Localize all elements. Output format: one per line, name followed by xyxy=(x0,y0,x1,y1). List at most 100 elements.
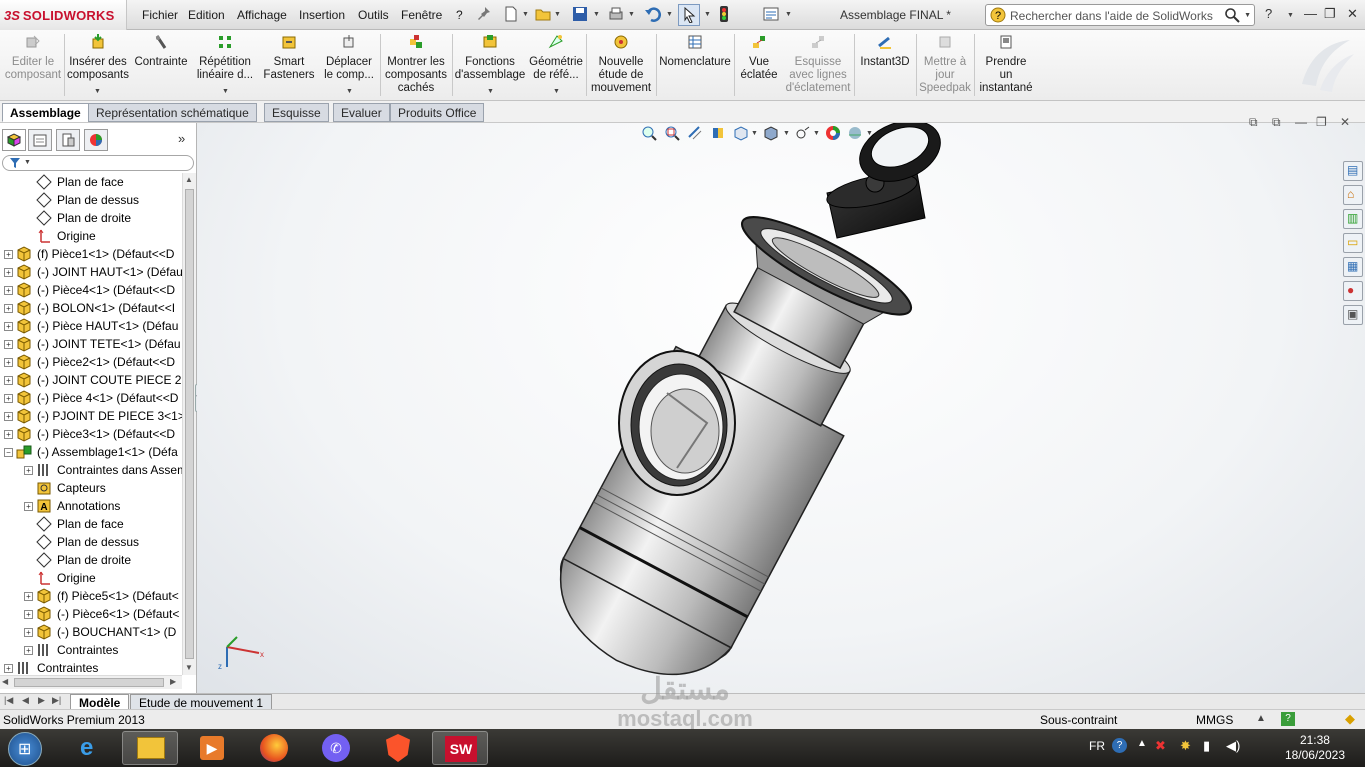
expand-icon[interactable]: + xyxy=(24,465,33,475)
chevron-down-icon[interactable]: ▼ xyxy=(487,88,494,95)
home-tab[interactable]: ⌂ xyxy=(1343,185,1363,205)
windows-start-icon[interactable]: ⊞ xyxy=(8,732,42,766)
assembly-3d-model[interactable] xyxy=(557,123,977,683)
solidworks-logo[interactable]: 3S SOLIDWORKS xyxy=(0,0,127,30)
expand-icon[interactable]: + xyxy=(24,501,33,511)
chevron-down-icon[interactable]: ▼ xyxy=(628,11,635,18)
tab-evaluer[interactable]: Evaluer xyxy=(333,103,390,122)
tree-item[interactable]: Plan de droite xyxy=(24,209,131,227)
tree-item[interactable]: + (-) BOUCHANT<1> (D xyxy=(24,623,176,641)
scroll-left-icon[interactable]: ◀ xyxy=(2,677,8,686)
expand-icon[interactable]: + xyxy=(4,393,13,403)
close-icon[interactable]: ✕ xyxy=(1347,6,1358,22)
file-explorer-tab[interactable]: ▭ xyxy=(1343,233,1363,253)
select-button[interactable] xyxy=(678,4,700,26)
chevron-down-icon[interactable]: ▼ xyxy=(785,11,792,18)
menu-fichier[interactable]: Fichier xyxy=(142,8,178,22)
viewport-restore-icon[interactable]: ❐ xyxy=(1316,115,1327,129)
rebuild-traffic-light-icon[interactable] xyxy=(715,5,733,23)
status-help-icon[interactable]: ? xyxy=(1281,712,1295,726)
viber-icon[interactable]: ✆ xyxy=(308,731,364,765)
chevron-down-icon[interactable]: ▼ xyxy=(94,88,101,95)
tree-item[interactable]: + (-) Pièce6<1> (Défaut< xyxy=(24,605,179,623)
tab-nav-prev-icon[interactable]: ◀ xyxy=(22,695,29,706)
tab-nav-next-icon[interactable]: ▶ xyxy=(38,695,45,706)
tree-item[interactable]: + (-) Pièce 4<1> (Défaut<<D xyxy=(4,389,178,407)
tree-item[interactable]: Plan de face xyxy=(24,173,124,191)
take-snapshot-button[interactable]: Prendre un instantané xyxy=(976,32,1036,95)
tree-item[interactable]: + A Annotations xyxy=(24,497,120,515)
tree-item[interactable]: + (-) PJOINT DE PIECE 3<1> xyxy=(4,407,182,425)
tree-item[interactable]: Capteurs xyxy=(24,479,106,497)
restore-icon[interactable]: ❐ xyxy=(1324,6,1336,22)
tree-item[interactable]: Plan de dessus xyxy=(24,191,139,209)
expand-icon[interactable]: + xyxy=(4,321,13,331)
solidworks-icon[interactable]: SW xyxy=(432,731,488,765)
tree-item[interactable]: Plan de face xyxy=(24,515,124,533)
viewport-minimize-icon[interactable]: — xyxy=(1295,115,1307,129)
expand-icon[interactable]: + xyxy=(24,591,33,601)
expand-icon[interactable]: + xyxy=(4,249,13,259)
tab-produits-office[interactable]: Produits Office xyxy=(390,103,485,122)
chevron-down-icon[interactable]: ▼ xyxy=(522,11,529,18)
action-center-icon[interactable]: ✸ xyxy=(1180,738,1191,754)
options-icon[interactable] xyxy=(762,5,780,23)
notification-icon[interactable]: ◆ xyxy=(1345,711,1355,727)
insert-components-button[interactable]: Insérer des composants xyxy=(66,32,130,82)
smart-fasteners-button[interactable]: Smart Fasteners xyxy=(260,32,318,82)
tree-item[interactable]: + (-) Pièce2<1> (Défaut<<D xyxy=(4,353,175,371)
tree-item[interactable]: Plan de droite xyxy=(24,551,131,569)
media-player-icon[interactable]: ▶ xyxy=(184,731,240,765)
appearances-tab[interactable]: ● xyxy=(1343,281,1363,301)
move-component-button[interactable]: Déplacer le comp... xyxy=(320,32,378,82)
chevron-down-icon[interactable]: ▼ xyxy=(222,88,229,95)
expand-icon[interactable]: + xyxy=(4,339,13,349)
expand-icon[interactable]: + xyxy=(4,411,13,421)
tree-item[interactable]: + (-) JOINT HAUT<1> (Défau xyxy=(4,263,182,281)
new-document-icon[interactable] xyxy=(502,5,520,23)
tile-vertical-icon[interactable]: ⧉ xyxy=(1272,115,1281,130)
tab-nav-first-icon[interactable]: |◀ xyxy=(4,695,13,706)
menu-fenetre[interactable]: Fenêtre xyxy=(401,8,442,22)
unit-menu-up-icon[interactable]: ▲ xyxy=(1256,713,1266,724)
chevron-down-icon[interactable]: ▼ xyxy=(553,88,560,95)
expand-icon[interactable]: + xyxy=(4,357,13,367)
tab-modele[interactable]: Modèle xyxy=(70,694,130,710)
internet-explorer-icon[interactable]: e xyxy=(62,731,118,765)
volume-icon[interactable]: ◀) xyxy=(1226,738,1240,754)
firefox-icon[interactable] xyxy=(246,731,302,765)
tab-nav-last-icon[interactable]: ▶| xyxy=(52,695,61,706)
system-clock[interactable]: 21:38 18/06/2023 xyxy=(1285,733,1345,763)
tree-filter-input[interactable]: ▼ xyxy=(2,155,194,171)
graphics-area[interactable]: ▼ ▼ ▼ ▼ ▼ ⧉ ⧉ — ❐ ✕ xyxy=(197,115,1365,693)
explode-line-sketch-button[interactable]: Esquisse avec lignes d'éclatement xyxy=(784,32,852,95)
expand-panel-icon[interactable]: » xyxy=(178,131,185,146)
expand-icon[interactable]: + xyxy=(24,609,33,619)
display-manager-tab[interactable] xyxy=(84,129,108,151)
expand-icon[interactable]: + xyxy=(4,267,13,277)
expand-icon[interactable]: + xyxy=(4,285,13,295)
tree-item[interactable]: + (f) Pièce1<1> (Défaut<<D xyxy=(4,245,174,263)
property-manager-tab[interactable] xyxy=(28,129,52,151)
chevron-down-icon[interactable]: ▼ xyxy=(593,11,600,18)
file-explorer-icon[interactable] xyxy=(122,731,178,765)
show-hidden-components-button[interactable]: Montrer les composants cachés xyxy=(382,32,450,95)
collapse-icon[interactable]: − xyxy=(4,447,13,457)
print-icon[interactable] xyxy=(607,5,625,23)
brave-icon[interactable] xyxy=(370,731,426,765)
solidworks-resources-tab[interactable]: ▤ xyxy=(1343,161,1363,181)
menu-edition[interactable]: Edition xyxy=(188,8,225,22)
chevron-down-icon[interactable]: ▼ xyxy=(666,11,673,18)
feature-manager-tab[interactable] xyxy=(2,129,26,151)
tab-representation-schematique[interactable]: Représentation schématique xyxy=(88,103,257,122)
chevron-down-icon[interactable]: ▼ xyxy=(554,11,561,18)
instant3d-button[interactable]: Instant3D xyxy=(856,32,914,69)
chevron-down-icon[interactable]: ▼ xyxy=(1244,12,1251,19)
update-speedpak-button[interactable]: Mettre à jour Speedpak xyxy=(918,32,972,95)
tab-esquisse[interactable]: Esquisse xyxy=(264,103,329,122)
exploded-view-button[interactable]: Vue éclatée xyxy=(736,32,782,82)
pin-icon[interactable] xyxy=(474,5,492,23)
help-tray-icon[interactable]: ? xyxy=(1112,738,1127,753)
tree-item[interactable]: − (-) Assemblage1<1> (Défa xyxy=(4,443,178,461)
menu-outils[interactable]: Outils xyxy=(358,8,389,22)
